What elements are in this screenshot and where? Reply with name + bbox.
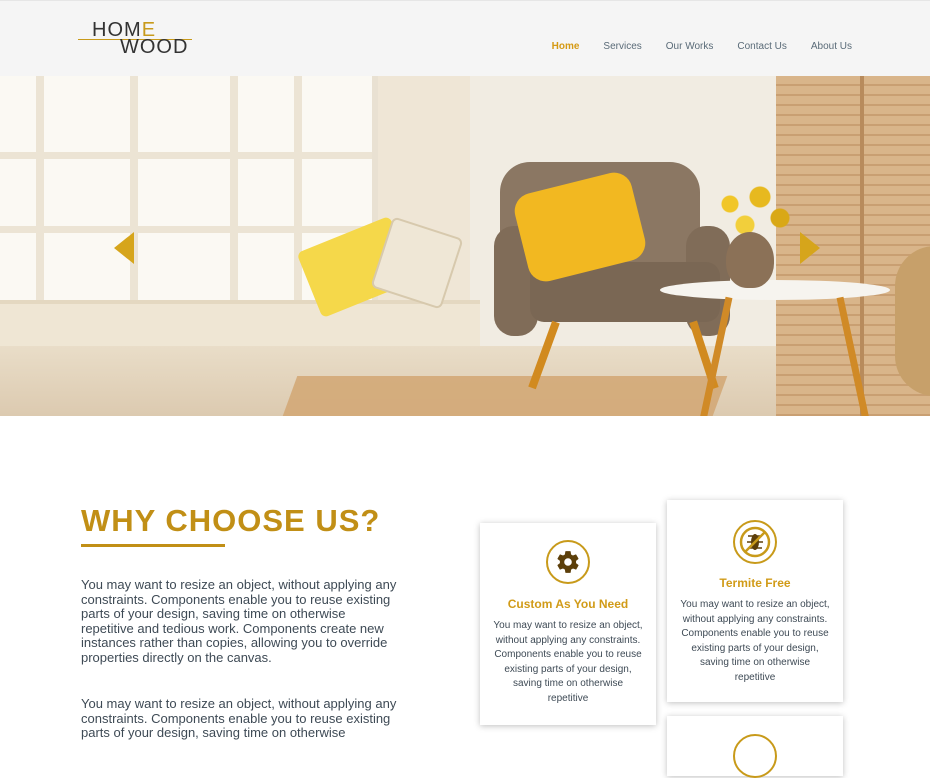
window-frame [294,76,302,306]
window-frame [130,76,138,306]
site-header: HOME WOOD Home Services Our Works Contac… [0,0,930,76]
vase [726,232,774,288]
wicker-basket [895,246,930,396]
no-termite-icon [733,520,777,564]
gear-icon [546,540,590,584]
card-title: Custom As You Need [507,597,629,611]
nav-home[interactable]: Home [552,41,580,52]
card-title: Termite Free [719,576,791,590]
logo-line2: WOOD [120,36,189,58]
nav-services[interactable]: Services [603,41,641,52]
floor-rug [282,376,728,416]
feature-card-3[interactable] [667,716,843,778]
side-table [660,280,890,300]
feature-icon [733,734,777,778]
homewood-logo[interactable]: HOME WOOD [78,19,194,59]
card-text: You may want to resize an object, withou… [680,599,830,683]
hero-slider [0,76,930,416]
card-text: You may want to resize an object, withou… [493,620,643,704]
why-paragraph-1: You may want to resize an object, withou… [81,577,397,665]
window-frame [0,152,372,159]
feature-card-custom[interactable]: Custom As You Need You may want to resiz… [480,523,656,725]
feature-card-termite[interactable]: Termite Free You may want to resize an o… [667,500,843,702]
main-nav: Home Services Our Works Contact Us About… [528,41,852,52]
chevron-right-icon[interactable] [800,232,820,264]
nav-about-us[interactable]: About Us [811,41,852,52]
shutter-divider [860,76,864,416]
window-frame [0,226,372,233]
title-underline [81,544,225,547]
chevron-left-icon[interactable] [114,232,134,264]
window-frame [230,76,238,306]
nav-contact-us[interactable]: Contact Us [737,41,786,52]
nav-our-works[interactable]: Our Works [666,41,714,52]
section-title: WHY CHOOSE US? [81,503,381,538]
window-frame [36,76,44,306]
why-paragraph-2: You may want to resize an object, withou… [81,696,397,740]
